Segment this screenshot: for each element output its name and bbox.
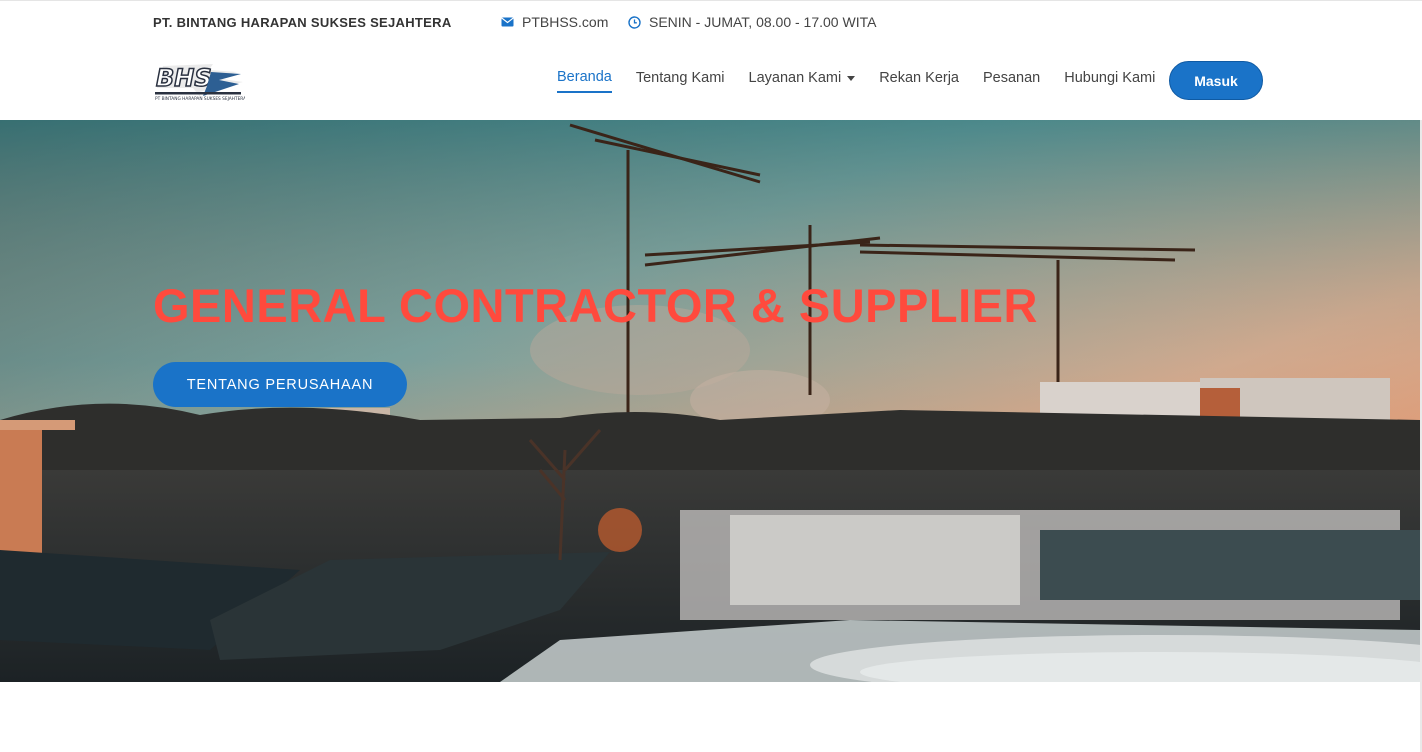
company-name: PT. BINTANG HARAPAN SUKSES SEJAHTERA <box>153 15 452 30</box>
company-logo[interactable]: BHS PT BINTANG HARAPAN SUKSES SEJAHTERA <box>153 58 245 102</box>
nav-item-beranda[interactable]: Beranda <box>557 69 612 93</box>
svg-text:PT BINTANG HARAPAN SUKSES SEJA: PT BINTANG HARAPAN SUKSES SEJAHTERA <box>155 96 245 102</box>
nav-item-hubungi-kami[interactable]: Hubungi Kami <box>1064 70 1155 92</box>
nav-item-rekan-kerja[interactable]: Rekan Kerja <box>879 70 959 92</box>
main-header: BHS PT BINTANG HARAPAN SUKSES SEJAHTERA … <box>0 42 1422 120</box>
hours-info: SENIN - JUMAT, 08.00 - 17.00 WITA <box>628 14 876 30</box>
nav-item-pesanan[interactable]: Pesanan <box>983 70 1040 92</box>
about-company-button[interactable]: TENTANG PERUSAHAAN <box>153 362 407 407</box>
caret-down-icon <box>847 75 856 81</box>
nav-item-layanan-kami[interactable]: Layanan Kami <box>749 70 856 92</box>
nav-item-tentang-kami[interactable]: Tentang Kami <box>636 70 725 92</box>
nav-label: Layanan Kami <box>748 70 842 86</box>
mail-icon <box>501 17 514 27</box>
nav-label: Pesanan <box>983 70 1041 86</box>
nav-label: Beranda <box>557 69 612 85</box>
main-nav: Beranda Tentang Kami Layanan Kami Rekan … <box>557 69 1179 93</box>
nav-label: Hubungi Kami <box>1064 70 1156 86</box>
hero-title: GENERAL CONTRACTOR & SUPPLIER <box>153 279 1038 332</box>
email-text: PTBHSS.com <box>522 14 609 30</box>
clock-icon <box>628 15 641 29</box>
svg-text:BHS: BHS <box>156 64 212 92</box>
email-info[interactable]: PTBHSS.com <box>501 14 608 30</box>
login-button[interactable]: Masuk <box>1169 61 1263 100</box>
nav-label: Tentang Kami <box>635 70 725 86</box>
hero-section: GENERAL CONTRACTOR & SUPPLIER TENTANG PE… <box>0 120 1420 682</box>
nav-label: Rekan Kerja <box>879 70 959 86</box>
top-info-bar: PT. BINTANG HARAPAN SUKSES SEJAHTERA PTB… <box>0 0 1422 42</box>
hours-text: SENIN - JUMAT, 08.00 - 17.00 WITA <box>649 14 877 30</box>
